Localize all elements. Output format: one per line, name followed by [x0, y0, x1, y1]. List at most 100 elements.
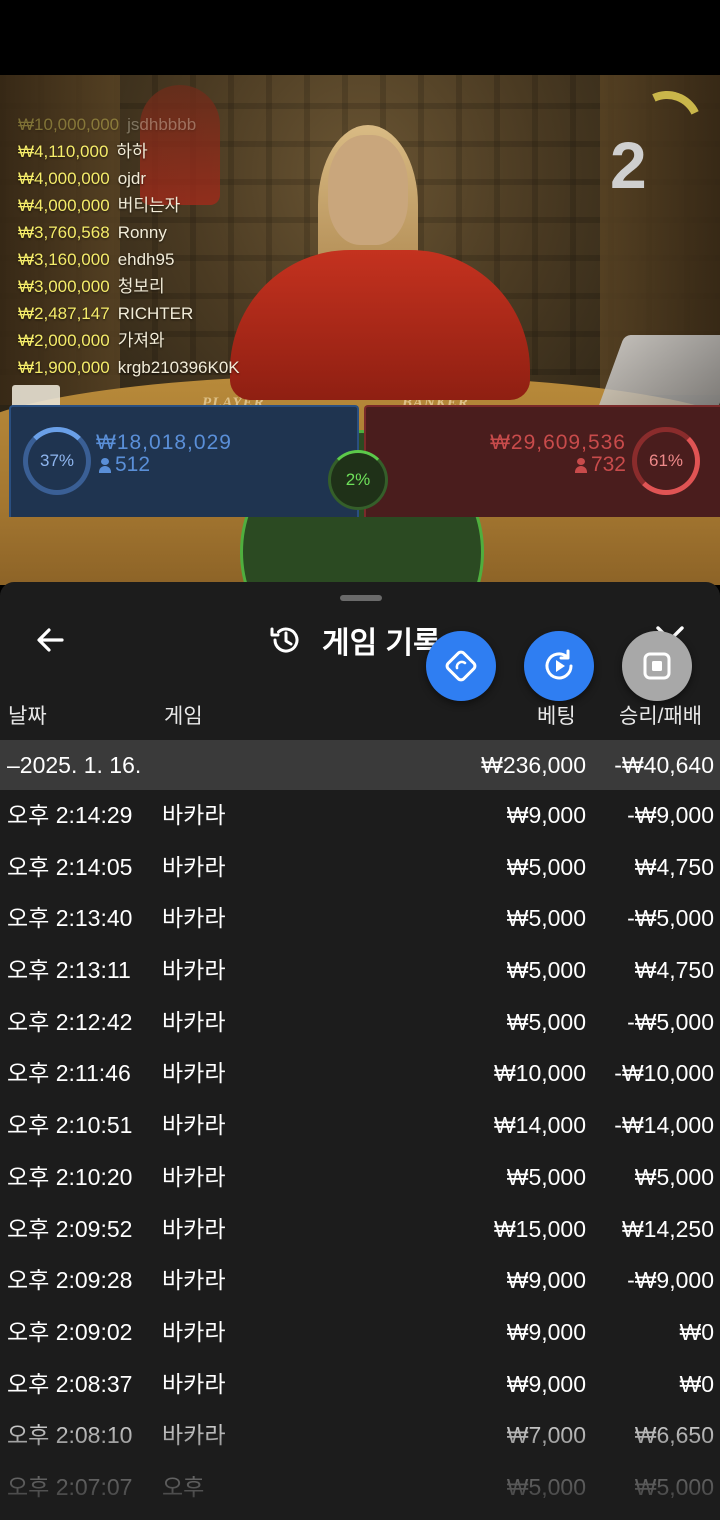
row-time: 오후 2:14:05 [7, 853, 133, 880]
table-row[interactable]: 오후 2:09:52 바카라 ₩15,000 ₩14,250 [0, 1204, 720, 1256]
history-icon [270, 627, 299, 653]
dealer-face [328, 135, 408, 245]
game-history-sheet: 게임 기록 날짜 게임 베팅 승리/패배 –2025. 1. 16. ₩236,… [0, 582, 720, 1520]
table-row[interactable]: 오후 2:12:42 바카라 ₩5,000 -₩5,000 [0, 997, 720, 1049]
row-game: 바카라 [162, 1267, 226, 1294]
banker-bet-panel[interactable]: ₩29,609,536 732 61% [364, 405, 720, 517]
row-time: 오후 2:09:28 [7, 1267, 133, 1294]
row-time: 오후 2:12:42 [7, 1008, 133, 1035]
winner-amount: ₩4,110,000 [18, 142, 109, 161]
row-game: 바카라 [162, 957, 226, 984]
date-group-label: –2025. 1. 16. [7, 752, 142, 778]
player-bet-panel[interactable]: 37% ₩18,018,029 512 [9, 405, 359, 517]
winner-name: 가져와 [117, 331, 165, 350]
row-result: -₩9,000 [627, 1267, 714, 1294]
player-percent-ring: 37% [23, 427, 91, 495]
table-row[interactable]: 오후 2:13:11 바카라 ₩5,000 ₩4,750 [0, 945, 720, 997]
row-time: 오후 2:13:40 [7, 905, 133, 932]
winner-name: 버티는자 [117, 196, 181, 215]
winner-name: 청보리 [117, 277, 165, 296]
table-row[interactable]: 오후 2:10:20 바카라 ₩5,000 ₩5,000 [0, 1152, 720, 1204]
row-result: ₩4,750 [634, 957, 714, 984]
row-bet: ₩10,000 [493, 1060, 586, 1087]
row-bet: ₩5,000 [506, 1008, 586, 1035]
row-game: 바카라 [162, 905, 226, 932]
row-game: 바카라 [162, 853, 226, 880]
row-game: 바카라 [162, 802, 226, 828]
winner-amount: ₩4,000,000 [18, 169, 110, 188]
row-bet: ₩14,000 [493, 1112, 586, 1139]
table-row[interactable]: 오후 2:11:46 바카라 ₩10,000 -₩10,000 [0, 1048, 720, 1100]
date-group-row[interactable]: –2025. 1. 16. ₩236,000 -₩40,640 [0, 740, 720, 790]
row-time: 오후 2:07:07 [7, 1473, 133, 1500]
column-header-result: 승리/패배 [619, 705, 703, 728]
table-row[interactable]: 오후 2:14:29 바카라 ₩9,000 -₩9,000 [0, 790, 720, 842]
status-bar [0, 0, 720, 75]
winner-amount: ₩1,900,000 [18, 358, 110, 377]
row-game: 바카라 [162, 1370, 226, 1397]
player-percent: 37% [39, 451, 75, 470]
table-row[interactable]: 오후 2:07:07 오후 ₩5,000 ₩5,000 [0, 1462, 720, 1514]
column-header-game: 게임 [164, 705, 203, 728]
date-group-bet-total: ₩236,000 [481, 752, 586, 778]
banker-bet-amount: ₩29,609,536 [490, 431, 626, 454]
player-bettor-count: 512 [99, 453, 150, 477]
person-icon [99, 458, 111, 473]
banker-bettor-count: 732 [574, 453, 626, 477]
winner-name: krgb210396K0K [117, 358, 240, 377]
back-button[interactable] [28, 618, 72, 662]
table-row[interactable]: 오후 2:10:51 바카라 ₩14,000 -₩14,000 [0, 1100, 720, 1152]
row-result: -₩9,000 [627, 802, 714, 828]
history-table: –2025. 1. 16. ₩236,000 -₩40,640 오후 2:14:… [0, 740, 720, 1514]
row-bet: ₩5,000 [506, 905, 586, 932]
row-result: ₩6,650 [634, 1422, 714, 1449]
row-bet: ₩9,000 [506, 1318, 586, 1345]
winner-row: ₩4,110,000 하하 [18, 138, 240, 165]
row-bet: ₩5,000 [506, 1163, 586, 1190]
stop-fab-button[interactable] [622, 631, 692, 701]
row-time: 오후 2:11:46 [7, 1060, 131, 1087]
winner-amount: ₩10,000,000 [18, 115, 120, 134]
row-bet: ₩9,000 [506, 1370, 586, 1397]
sheet-drag-handle[interactable] [340, 595, 382, 601]
row-time: 오후 2:08:10 [7, 1422, 133, 1449]
rotate-fab-button[interactable] [426, 631, 496, 701]
row-time: 오후 2:10:51 [7, 1112, 133, 1139]
winner-row: ₩10,000,000 jsdhbbbb [18, 111, 240, 138]
table-row[interactable]: 오후 2:08:10 바카라 ₩7,000 ₩6,650 [0, 1410, 720, 1462]
row-bet: ₩15,000 [493, 1215, 586, 1242]
row-game: 바카라 [162, 1008, 226, 1035]
row-result: -₩5,000 [627, 905, 714, 932]
table-row[interactable]: 오후 2:14:05 바카라 ₩5,000 ₩4,750 [0, 842, 720, 894]
row-result: -₩5,000 [627, 1008, 714, 1035]
winner-row: ₩4,000,000 ojdr [18, 165, 240, 192]
row-time: 오후 2:10:20 [7, 1163, 133, 1190]
winners-list: ₩10,000,000 jsdhbbbb ₩4,110,000 하하 ₩4,000,00… [18, 111, 240, 381]
date-group-result-total: -₩40,640 [614, 752, 714, 778]
rotate-icon [445, 650, 477, 682]
table-row[interactable]: 오후 2:13:40 바카라 ₩5,000 -₩5,000 [0, 893, 720, 945]
banker-percent-ring: 61% [632, 427, 700, 495]
tie-percent-ring: 2% [328, 450, 388, 510]
row-time: 오후 2:09:52 [7, 1215, 133, 1242]
table-row[interactable]: 오후 2:08:37 바카라 ₩9,000 ₩0 [0, 1359, 720, 1411]
winner-amount: ₩2,487,147 [18, 304, 110, 323]
column-header-date: 날짜 [8, 705, 47, 728]
winner-name: 하하 [116, 142, 148, 161]
winner-name: Ronny [117, 223, 167, 242]
player-bet-amount: ₩18,018,029 [96, 431, 232, 454]
page-title: 게임 기록 [322, 627, 441, 660]
replay-fab-button[interactable] [524, 631, 594, 701]
winner-row: ₩3,760,568 Ronny [18, 219, 240, 246]
table-row[interactable]: 오후 2:09:28 바카라 ₩9,000 -₩9,000 [0, 1255, 720, 1307]
tie-percent: 2% [345, 470, 371, 489]
row-bet: ₩5,000 [506, 853, 586, 880]
table-row[interactable]: 오후 2:09:02 바카라 ₩9,000 ₩0 [0, 1307, 720, 1359]
row-result: ₩5,000 [634, 1163, 714, 1190]
winner-name: RICHTER [117, 304, 194, 323]
row-result: -₩14,000 [614, 1112, 714, 1139]
column-header-bet: 베팅 [537, 705, 576, 728]
winner-amount: ₩4,000,000 [18, 196, 110, 215]
winner-name: ehdh95 [117, 250, 175, 269]
winner-row: ₩2,487,147 RICHTER [18, 300, 240, 327]
